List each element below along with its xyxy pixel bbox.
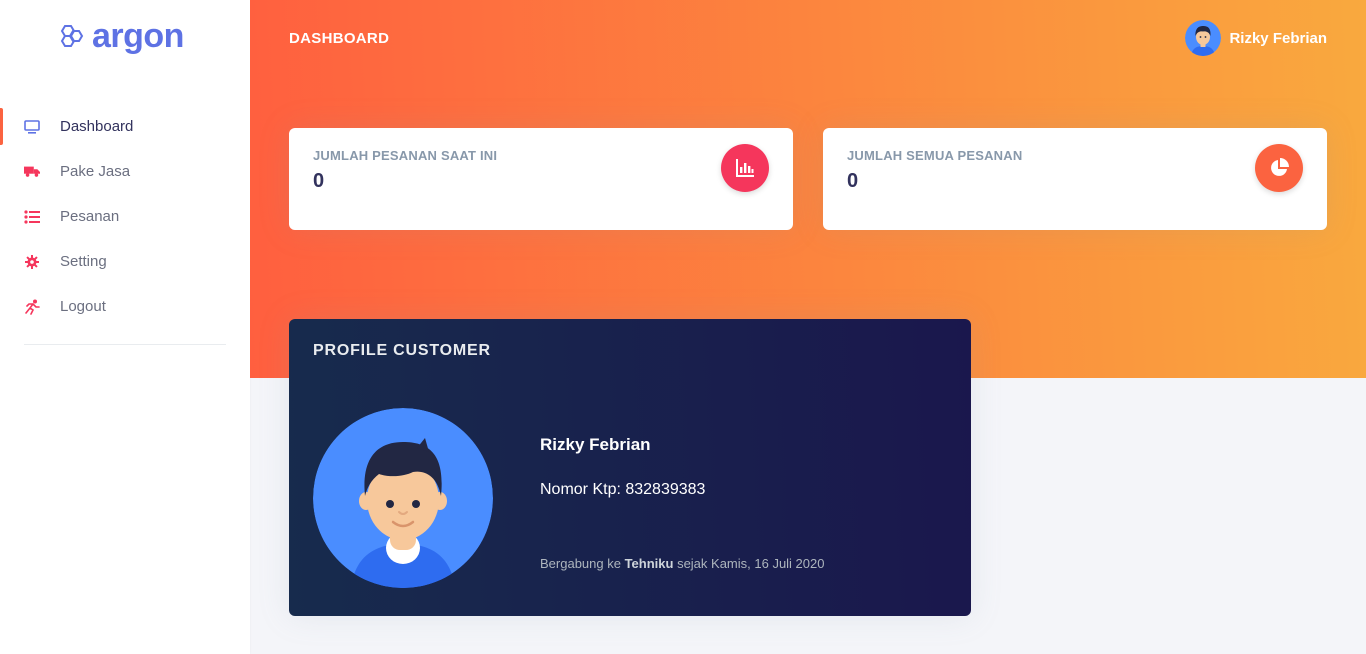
brand-logo[interactable]: argon — [56, 16, 184, 56]
profile-card-title: PROFILE CUSTOMER — [313, 342, 491, 359]
sidebar-divider — [24, 344, 226, 345]
profile-joined-text: Bergabung ke Tehniku sejak Kamis, 16 Jul… — [540, 556, 824, 571]
sidebar-item-logout[interactable]: Logout — [0, 284, 250, 329]
joined-suffix: sejak Kamis, 16 Juli 2020 — [673, 556, 825, 571]
sidebar-item-pesanan[interactable]: Pesanan — [0, 194, 250, 239]
monitor-icon — [24, 119, 40, 135]
profile-avatar — [313, 408, 493, 588]
sidebar-nav: Dashboard Pake Jasa Pesanan Setting Logo… — [0, 104, 250, 329]
list-icon — [24, 209, 40, 225]
user-menu[interactable]: Rizky Febrian — [1185, 20, 1327, 56]
sidebar-item-setting[interactable]: Setting — [0, 239, 250, 284]
sidebar-item-label: Setting — [60, 253, 107, 270]
sidebar-item-label: Dashboard — [60, 118, 134, 135]
sidebar-item-pake-jasa[interactable]: Pake Jasa — [0, 149, 250, 194]
user-name: Rizky Febrian — [1229, 29, 1327, 47]
brand-name: argon — [92, 17, 184, 55]
joined-company: Tehniku — [624, 556, 674, 571]
stat-value: 0 — [847, 170, 859, 192]
stat-card-current-orders: JUMLAH PESANAN SAAT INI 0 — [289, 128, 793, 230]
argon-logo-icon — [60, 25, 84, 47]
stat-title: JUMLAH SEMUA PESANAN — [847, 148, 1023, 163]
sidebar: argon Dashboard Pake Jasa Pesanan Settin… — [0, 0, 250, 654]
stat-card-all-orders: JUMLAH SEMUA PESANAN 0 — [823, 128, 1327, 230]
truck-icon — [24, 164, 40, 180]
pie-chart-icon — [1255, 144, 1303, 192]
stat-value: 0 — [313, 170, 325, 192]
sidebar-item-dashboard[interactable]: Dashboard — [0, 104, 250, 149]
profile-ktp: Nomor Ktp: 832839383 — [540, 481, 706, 498]
bar-chart-icon — [721, 144, 769, 192]
joined-prefix: Bergabung ke — [540, 556, 625, 571]
sidebar-item-label: Logout — [60, 298, 106, 315]
page-title[interactable]: DASHBOARD — [289, 30, 389, 47]
profile-card: PROFILE CUSTOMER Rizky Febrian Nomor Ktp… — [289, 319, 971, 616]
sidebar-item-label: Pake Jasa — [60, 163, 131, 180]
profile-name: Rizky Febrian — [540, 435, 651, 454]
avatar — [1185, 20, 1222, 56]
gear-icon — [24, 254, 40, 270]
stat-title: JUMLAH PESANAN SAAT INI — [313, 148, 498, 163]
sidebar-item-label: Pesanan — [60, 208, 120, 225]
running-person-icon — [24, 299, 40, 315]
